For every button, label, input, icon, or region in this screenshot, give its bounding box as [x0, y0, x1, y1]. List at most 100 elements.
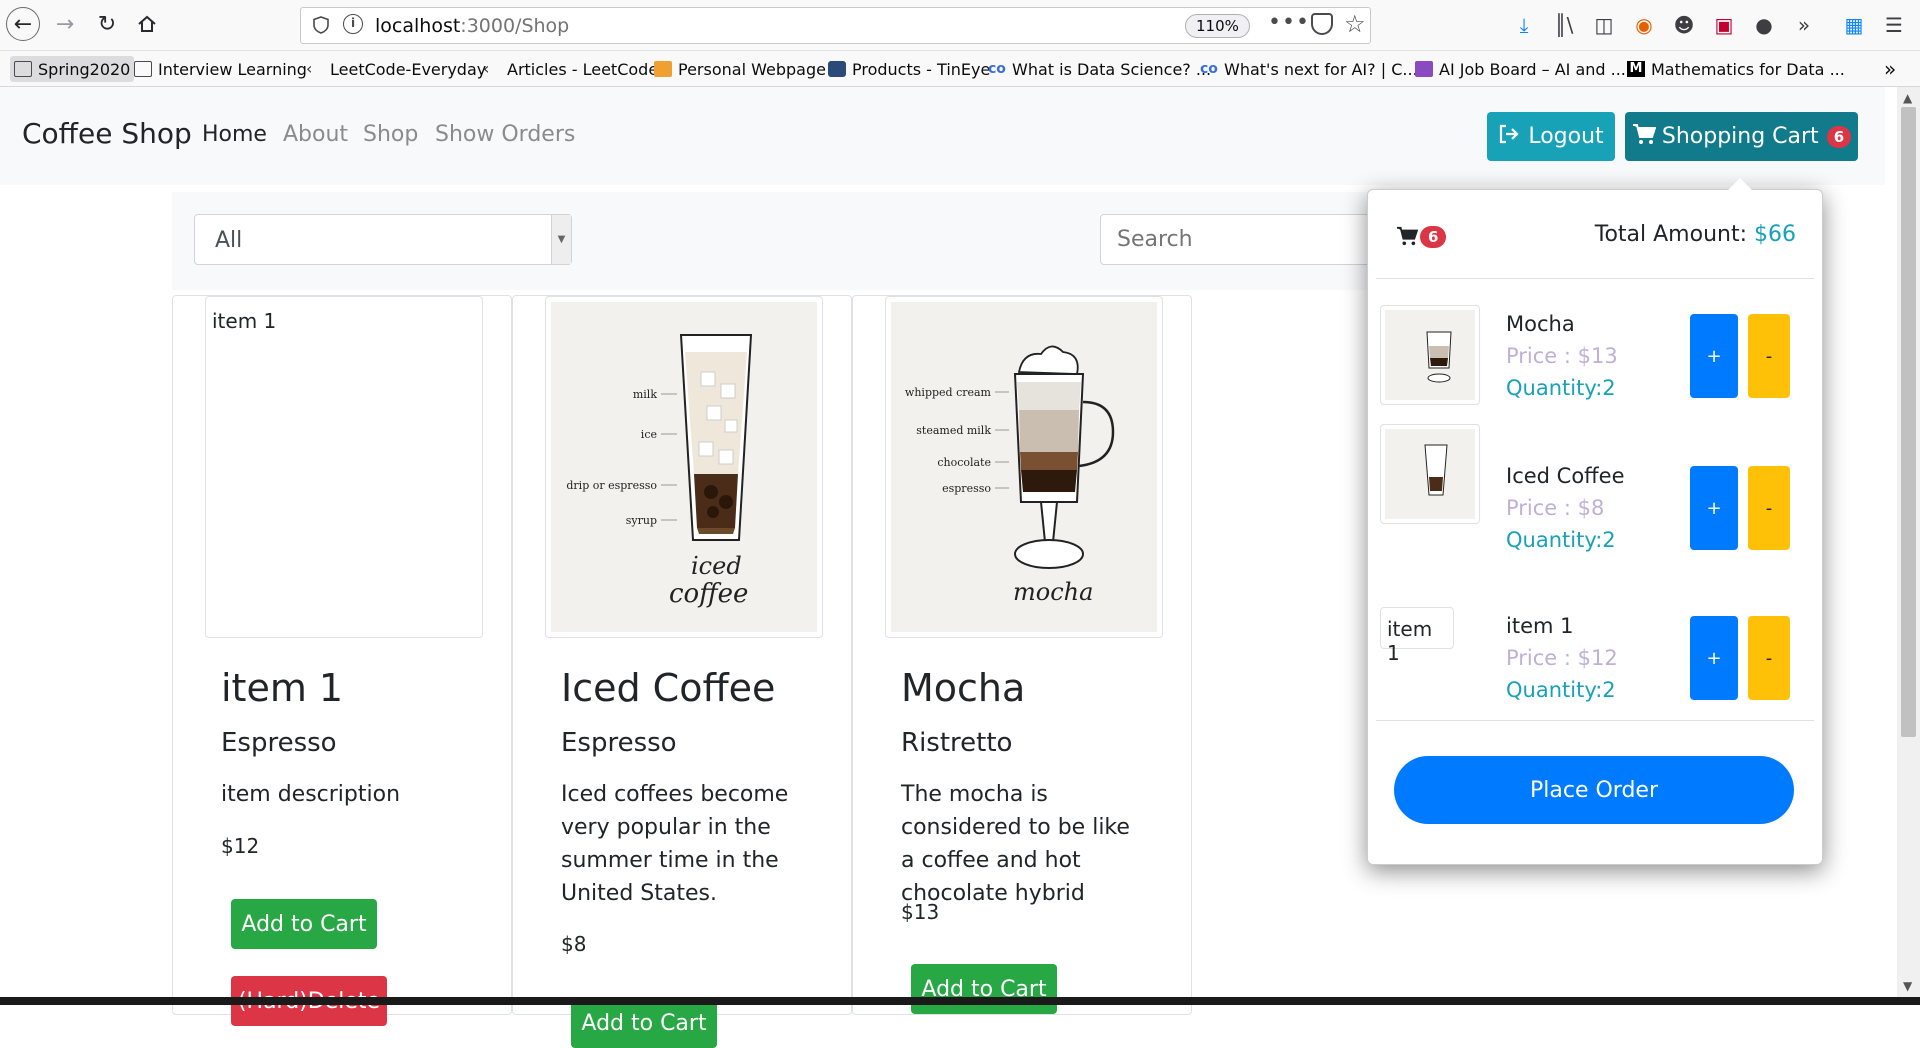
increase-quantity-button[interactable]: + [1690, 314, 1738, 398]
chevron-down-icon[interactable]: ▼ [551, 215, 571, 264]
popover-arrow [1728, 178, 1752, 190]
drip-espresso-label: drip or espresso [566, 479, 657, 492]
logout-icon [1498, 124, 1520, 150]
taskbar-strip [0, 997, 1920, 1005]
bookmark-label: What's next for AI? | C... [1224, 59, 1418, 79]
category-select[interactable]: All ▼ [194, 214, 572, 265]
reload-icon[interactable]: ↻ [90, 7, 124, 41]
product-title: Mocha [901, 666, 1026, 710]
total-label: Total Amount: [1594, 222, 1747, 247]
zoom-level[interactable]: 110% [1185, 14, 1250, 38]
image-alt-text: item 1 [212, 309, 277, 333]
address-bar[interactable]: i localhost:3000/Shop 110% ••• ☆ [300, 7, 1371, 44]
library-icon[interactable]: ║\ [1550, 11, 1578, 39]
cart-popover: 6 Total Amount: $66 Mocha Price : $13 Qu… [1367, 178, 1823, 865]
bookmark-link[interactable]: co What's next for AI? | C... [1200, 56, 1418, 82]
bookmarks-bar: Spring2020 Interview Learning ‹ LeetCode-… [0, 51, 1920, 87]
nav-about[interactable]: About [283, 122, 348, 147]
bookmark-link[interactable]: ‹ Articles - LeetCode [483, 56, 658, 82]
bookmark-link[interactable]: Products - TinEye [828, 56, 990, 82]
coursera-icon: co [988, 61, 1006, 77]
product-price: $12 [221, 834, 260, 858]
leetcode-icon: ‹ [483, 59, 490, 78]
bookmark-star-icon[interactable]: ☆ [1344, 10, 1366, 38]
download-icon[interactable]: ⤓ [1510, 11, 1538, 39]
product-price: $13 [901, 900, 940, 924]
brand-title[interactable]: Coffee Shop [22, 117, 192, 150]
logout-label: Logout [1528, 124, 1604, 149]
bookmark-label: Articles - LeetCode [507, 59, 659, 79]
medium-icon: M [1627, 61, 1645, 77]
extension-icon[interactable]: ◉ [1630, 11, 1658, 39]
iced-script: iced [691, 552, 742, 580]
decrease-quantity-button[interactable]: - [1748, 466, 1790, 550]
hamburger-menu-icon[interactable]: ☰ [1880, 11, 1908, 39]
ai-board-icon [1415, 61, 1433, 77]
category-selected: All [215, 228, 243, 253]
cart-item-quantity: Quantity:2 [1506, 678, 1616, 702]
logout-button[interactable]: Logout [1487, 112, 1615, 161]
bookmark-link[interactable]: Personal Webpage [654, 56, 826, 82]
mocha-script: mocha [1013, 578, 1093, 606]
bookmark-label: LeetCode-Everyday [330, 59, 487, 79]
sidebar-icon[interactable]: ◫ [1590, 11, 1618, 39]
cart-item-price: Price : $8 [1506, 496, 1605, 520]
decrease-quantity-button[interactable]: - [1748, 616, 1790, 700]
extension-dark-icon[interactable]: ● [1750, 11, 1778, 39]
scroll-down-icon[interactable]: ▼ [1903, 979, 1912, 993]
coursera-icon: co [1200, 61, 1218, 77]
filter-bar: All ▼ [172, 192, 1520, 290]
back-arrow-icon[interactable]: ← [6, 7, 40, 41]
page-scrollbar[interactable]: ▲ ▼ [1897, 87, 1920, 997]
cart-item-image [1380, 305, 1480, 405]
overflow-chevron-icon[interactable]: » [1790, 11, 1818, 39]
extensions-grid-icon[interactable]: ▦ [1840, 11, 1868, 39]
webpage-icon [654, 61, 672, 77]
increase-quantity-button[interactable]: + [1690, 466, 1738, 550]
cart-item-quantity: Quantity:2 [1506, 376, 1616, 400]
bookmark-link[interactable]: AI Job Board – AI and ... [1415, 56, 1626, 82]
product-image: whipped cream steamed milk chocolate esp… [885, 296, 1163, 638]
product-type: Espresso [561, 728, 677, 758]
page-actions-icon[interactable]: ••• [1268, 10, 1310, 35]
nav-home[interactable]: Home [202, 122, 267, 147]
bookmark-label: AI Job Board – AI and ... [1439, 59, 1626, 79]
bookmark-link[interactable]: co What is Data Science? ... [988, 56, 1211, 82]
bookmark-folder[interactable]: Interview Learning [134, 56, 307, 82]
bookmarks-overflow-icon[interactable]: » [1884, 56, 1896, 82]
cart-icon [1396, 226, 1419, 252]
place-order-button[interactable]: Place Order [1394, 756, 1794, 824]
increase-quantity-button[interactable]: + [1690, 616, 1738, 700]
forward-arrow-icon[interactable]: → [48, 7, 82, 41]
cart-item-name: item 1 [1506, 614, 1574, 638]
bookmark-link[interactable]: ‹ LeetCode-Everyday [306, 56, 486, 82]
folder-icon [14, 61, 32, 77]
add-to-cart-button[interactable]: Add to Cart [911, 964, 1057, 1014]
site-info-icon[interactable]: i [343, 14, 363, 34]
steamed-milk-label: steamed milk [916, 424, 991, 437]
account-icon[interactable]: ☻ [1670, 11, 1698, 39]
divider [1376, 720, 1814, 721]
product-type: Ristretto [901, 728, 1013, 758]
cart-item-name: Mocha [1506, 312, 1575, 336]
decrease-quantity-button[interactable]: - [1748, 314, 1790, 398]
bookmark-link[interactable]: M Mathematics for Data ... [1627, 56, 1845, 82]
add-to-cart-button[interactable]: Add to Cart [231, 899, 377, 949]
bookmark-folder[interactable]: Spring2020 [10, 56, 135, 82]
shield-icon[interactable] [313, 16, 329, 38]
add-to-cart-button[interactable]: Add to Cart [571, 998, 717, 1048]
pocket-icon[interactable] [1311, 13, 1333, 35]
extension-red-icon[interactable]: ▣ [1710, 11, 1738, 39]
product-description: The mocha is considered to be like a cof… [901, 782, 1130, 906]
nav-show-orders[interactable]: Show Orders [435, 122, 575, 147]
scroll-thumb[interactable] [1901, 107, 1916, 737]
bookmark-label: What is Data Science? ... [1012, 59, 1212, 79]
cart-icon [1632, 123, 1657, 151]
product-card: item 1 item 1 Espresso item description … [172, 295, 512, 1026]
scroll-up-icon[interactable]: ▲ [1903, 91, 1912, 105]
nav-shop[interactable]: Shop [363, 122, 418, 147]
shopping-cart-button[interactable]: Shopping Cart 6 [1625, 112, 1858, 161]
home-icon[interactable] [130, 7, 164, 41]
browser-toolbar: ← → ↻ i localhost:3000/Shop 110% ••• ☆ ⤓… [0, 0, 1920, 51]
iced-coffee-illustration: milk ice drip or espresso syrup iced cof… [551, 302, 817, 632]
